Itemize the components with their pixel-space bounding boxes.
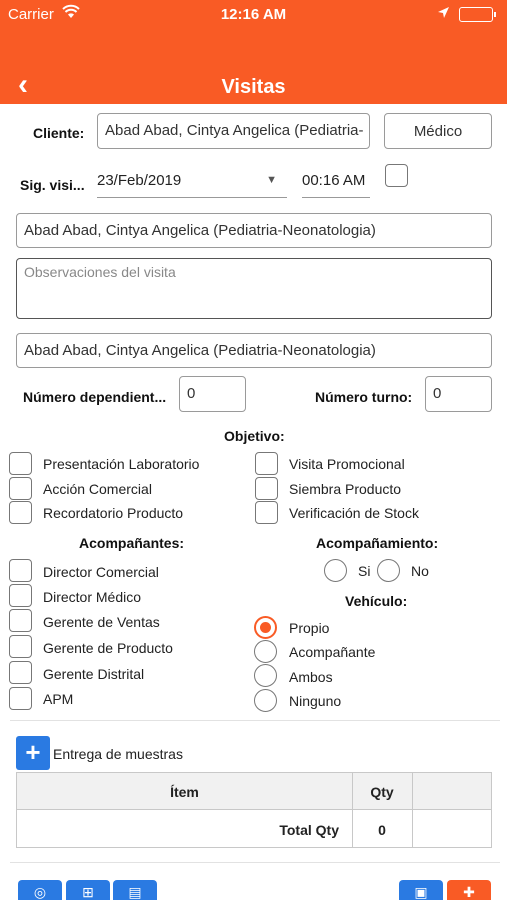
objetivo-checkbox-verificacion[interactable] [255,501,278,524]
objetivo-checkbox-recordatorio[interactable] [9,501,32,524]
acompanamiento-title: Acompañamiento: [316,535,439,551]
objetivo-checkbox-visita[interactable] [255,452,278,475]
document-icon[interactable]: ▤ [113,880,157,900]
objetivo-label: Recordatorio Producto [43,505,184,521]
section-divider [10,720,500,721]
camera-icon[interactable]: ▣ [399,880,443,900]
objetivo-label: Visita Promocional [289,456,405,472]
total-qty-value: 0 [378,822,386,838]
acompanante-checkbox-director-comercial[interactable] [9,559,32,582]
objetivo-checkbox-siembra[interactable] [255,477,278,500]
objetivo-label: Presentación Laboratorio [43,456,200,472]
acompanamiento-radio-no[interactable] [377,559,400,582]
objetivo-checkbox-accion[interactable] [9,477,32,500]
contact-field[interactable]: Abad Abad, Cintya Angelica (Pediatria-Ne… [16,213,492,248]
acompanante-label: Gerente de Ventas [43,614,160,630]
time-value: 00:16 AM [302,172,366,189]
observaciones-textarea[interactable]: Observaciones del visita [16,258,492,319]
table-divider [412,773,413,847]
acompanante-label: APM [43,691,74,707]
vehiculo-radio-ambos[interactable] [254,664,277,687]
vehiculo-radio-ninguno[interactable] [254,689,277,712]
vehiculo-label: Acompañante [289,644,376,660]
vehiculo-title: Vehículo: [345,593,408,609]
cliente-field[interactable]: Abad Abad, Cintya Angelica (Pediatria- [97,113,370,149]
contact-field-2[interactable]: Abad Abad, Cintya Angelica (Pediatria-Ne… [16,333,492,368]
cliente-label: Cliente: [33,125,85,141]
muestras-label: Entrega de muestras [53,746,183,762]
sig-visita-checkbox[interactable] [385,164,408,187]
vehiculo-radio-acompanante[interactable] [254,640,277,663]
date-value: 23/Feb/2019 [97,172,182,189]
col-item-header: Ítem [170,784,199,800]
acompanamiento-si-label: Si [358,563,371,579]
battery-icon [459,7,496,22]
sig-visita-label: Sig. visi... [20,177,85,193]
medico-button[interactable]: Médico [384,113,492,149]
add-muestra-button[interactable]: + [16,736,50,770]
num-turno-label: Número turno: [315,389,413,405]
acompanamiento-radio-si[interactable] [324,559,347,582]
num-turno-input[interactable]: 0 [425,376,492,412]
acompanante-checkbox-gerente-ventas[interactable] [9,609,32,632]
acompanante-label: Director Comercial [43,564,159,580]
acompanante-checkbox-gerente-producto[interactable] [9,635,32,658]
date-picker[interactable]: 23/Feb/2019 ▼ [97,172,287,198]
acompanante-checkbox-gerente-distrital[interactable] [9,661,32,684]
objetivo-label: Verificación de Stock [289,505,419,521]
acompanante-checkbox-apm[interactable] [9,687,32,710]
clock: 12:16 AM [220,6,287,23]
location-icon [437,6,450,23]
num-dependientes-input[interactable]: 0 [179,376,246,412]
globe-icon[interactable]: ◎ [18,880,62,900]
acompanante-label: Director Médico [43,589,142,605]
chevron-down-icon: ▼ [266,174,277,186]
acompanante-label: Gerente de Producto [43,640,173,656]
app-header: Carrier 12:16 AM ‹ Visitas [0,0,507,104]
total-qty-label: Total Qty [279,822,339,838]
acompanante-label: Gerente Distrital [43,666,145,682]
vehiculo-label: Ambos [289,669,333,685]
time-picker[interactable]: 00:16 AM [302,172,370,198]
acompanantes-title: Acompañantes: [79,535,185,551]
col-qty-header: Qty [370,784,394,800]
vehiculo-label: Ninguno [289,693,342,709]
cart-icon[interactable]: ⊞ [66,880,110,900]
objetivo-title: Objetivo: [224,428,285,444]
acompanante-checkbox-director-medico[interactable] [9,584,32,607]
num-dependientes-label: Número dependient... [23,389,167,405]
footer-divider [10,862,500,863]
medical-kit-icon[interactable]: ✚ [447,880,491,900]
page-title: Visitas [221,76,286,98]
objetivo-label: Siembra Producto [289,481,402,497]
acompanamiento-no-label: No [411,563,429,579]
objetivo-label: Acción Comercial [43,481,152,497]
vehiculo-label: Propio [289,620,330,636]
objetivo-checkbox-presentacion[interactable] [9,452,32,475]
status-bar: Carrier 12:16 AM [0,0,507,28]
vehiculo-radio-propio[interactable] [254,616,277,639]
muestras-table: Ítem Qty Total Qty 0 [16,772,492,848]
